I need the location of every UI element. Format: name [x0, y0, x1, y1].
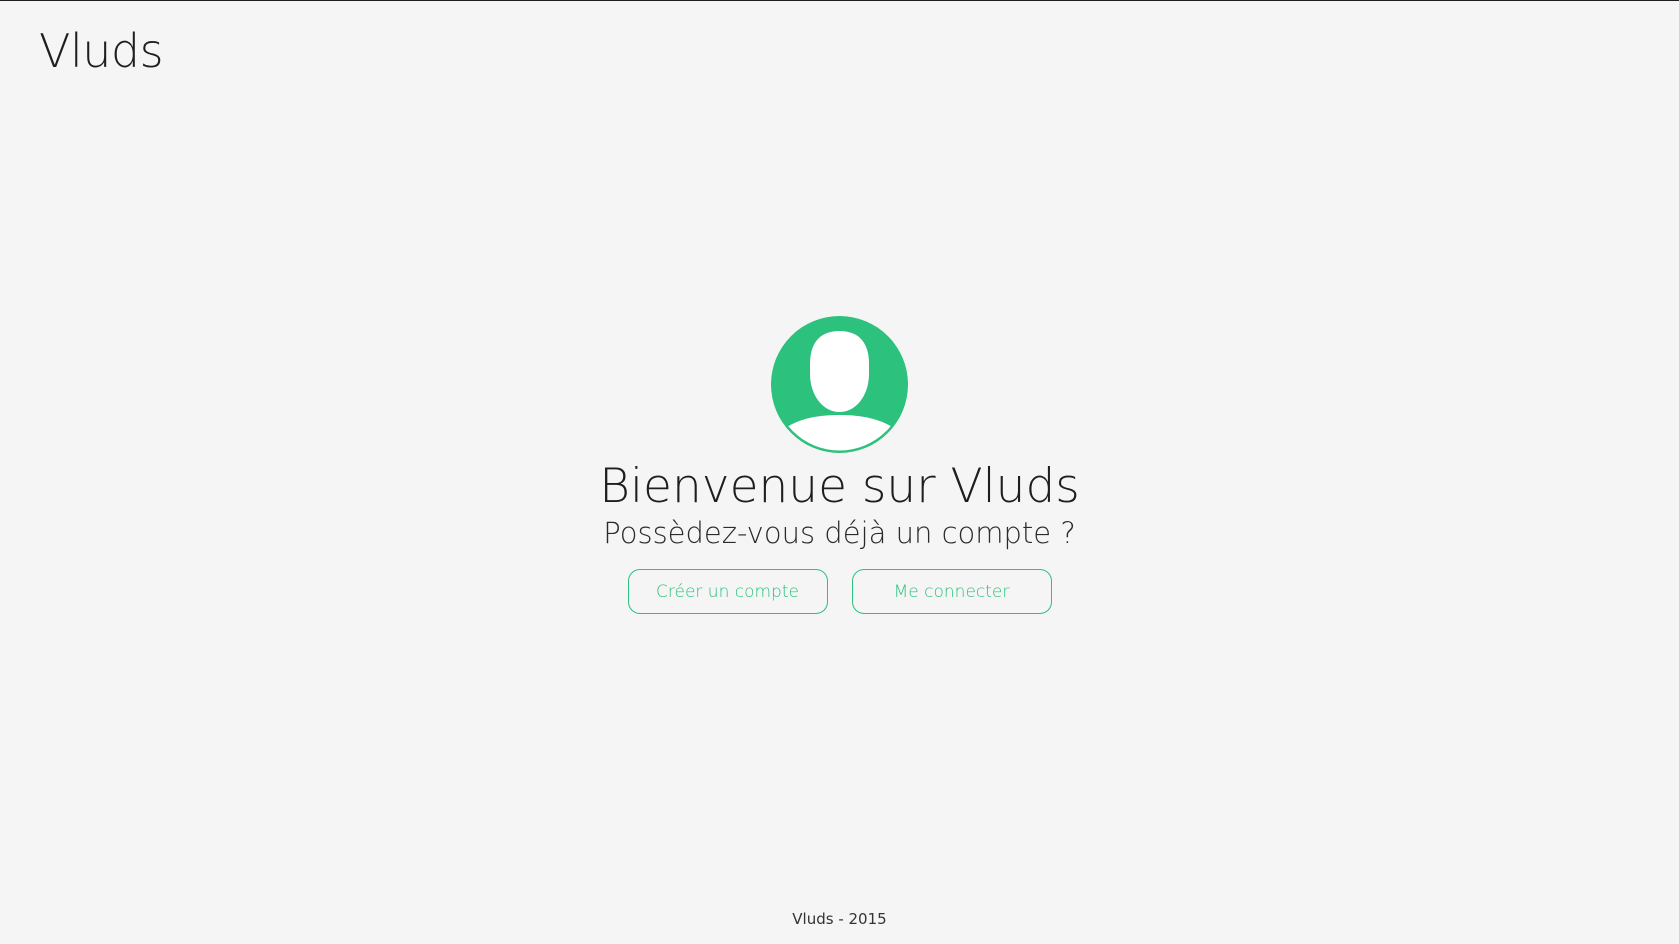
brand-logo[interactable]: Vluds [39, 24, 164, 79]
footer-text: Vluds - 2015 [792, 910, 887, 928]
top-border [0, 0, 1679, 1]
login-button[interactable]: Me connecter [851, 569, 1052, 615]
account-question: Possèdez-vous déjà un compte ? [603, 516, 1076, 551]
user-avatar-icon [771, 316, 908, 453]
welcome-section: Bienvenue sur Vluds Possèdez-vous déjà u… [0, 316, 1679, 615]
auth-actions: Créer un compte Me connecter [627, 569, 1052, 615]
welcome-title: Bienvenue sur Vluds [599, 459, 1080, 514]
create-account-button[interactable]: Créer un compte [627, 569, 828, 615]
